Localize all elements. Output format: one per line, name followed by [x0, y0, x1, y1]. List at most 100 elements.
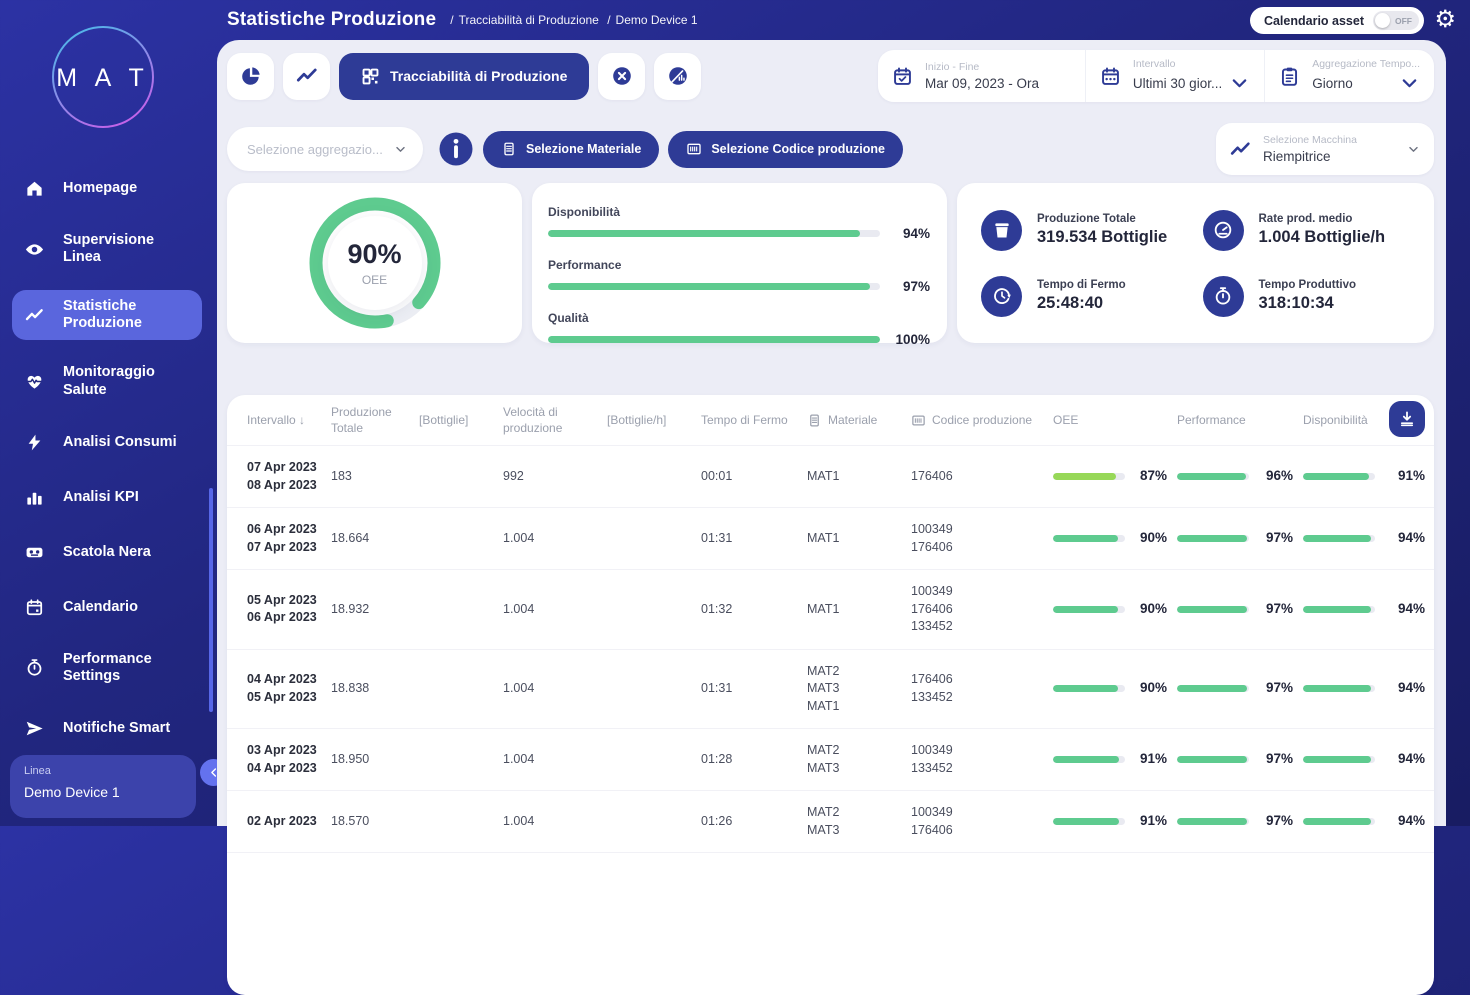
table-bar-cell: 94%: [1303, 750, 1435, 769]
table-row[interactable]: 04 Apr 2023 05 Apr 2023 18.838 1.004 01:31 MA…: [227, 650, 1434, 729]
sidebar-item-analisi-kpi[interactable]: Analisi KPI: [12, 478, 202, 517]
table-bar-cell: 94%: [1303, 812, 1435, 831]
table-row[interactable]: 06 Apr 2023 07 Apr 2023 18.664 1.004 01:31 MA…: [227, 508, 1434, 570]
sidebar-item-label: Analisi Consumi: [63, 433, 177, 450]
column-header-label: Materiale: [828, 412, 878, 427]
tracciabilita-button[interactable]: Tracciabilità di Produzione: [339, 52, 590, 100]
breadcrumb-item[interactable]: Demo Device 1: [616, 13, 698, 27]
eye-icon: [25, 240, 44, 259]
table-cell: 1.004: [503, 813, 535, 828]
machine-select-label: Selezione Macchina: [1263, 134, 1357, 146]
sidebar-item-label: Analisi KPI: [63, 488, 139, 505]
download-button[interactable]: [1389, 401, 1425, 437]
stat-label: Rate prod. medio: [1258, 213, 1353, 225]
table-bar-cell: 97%: [1177, 812, 1303, 831]
table-row[interactable]: 03 Apr 2023 04 Apr 2023 18.950 1.004 01:28 MA…: [227, 729, 1434, 791]
column-header: Produzione Totale: [331, 404, 419, 436]
sidebar-item-monitoraggio-salute[interactable]: Monitoraggio Salute: [12, 356, 202, 406]
sidebar-item-scatola-nera[interactable]: Scatola Nera: [12, 533, 202, 572]
tab-label: Tracciabilità di Produzione: [390, 68, 568, 84]
aggregation-time-field[interactable]: Aggregazione Tempo... Giorno: [1264, 50, 1434, 102]
table-cell: 18.570: [331, 813, 370, 828]
table-cell: 01:28: [701, 751, 733, 766]
info-button[interactable]: [438, 131, 474, 167]
gauge-view-button[interactable]: [654, 52, 702, 100]
sidebar-item-statistiche-produzione[interactable]: Statistiche Produzione: [12, 290, 202, 341]
table-cell: 100349 176406 133452: [911, 584, 953, 633]
table-cell: 183: [331, 468, 352, 483]
sidebar-item-performance-settings[interactable]: Performance Settings: [12, 643, 202, 693]
breadcrumb-item[interactable]: Tracciabilità di Produzione: [459, 13, 599, 27]
sidebar-item-notifiche-smart[interactable]: Notifiche Smart: [12, 709, 202, 748]
table-row[interactable]: 05 Apr 2023 06 Apr 2023 18.932 1.004 01:32 MA…: [227, 570, 1434, 650]
table-cell: 100349 133452: [911, 743, 953, 775]
breadcrumb-separator: /: [607, 13, 611, 27]
kpi-bar-value: 100%: [895, 332, 930, 347]
app-window: M A T Homepage Supervisione Linea Statisti…: [0, 0, 1470, 995]
stat-icon-badge: [981, 275, 1022, 317]
column-header-label: Produzione Totale: [331, 404, 392, 435]
table-bar-cell: 90%: [1053, 600, 1177, 619]
progress-track: [548, 283, 880, 290]
sidebar-item-analisi-consumi[interactable]: Analisi Consumi: [12, 423, 202, 462]
clear-button[interactable]: [598, 52, 646, 100]
sidebar-item-label: Calendario: [63, 598, 138, 615]
table-cell: 01:31: [701, 681, 733, 695]
table-cell: 176406 133452: [911, 672, 953, 704]
table-bar-cell: 97%: [1177, 679, 1303, 698]
sidebar-item-supervisione-linea[interactable]: Supervisione Linea: [12, 224, 202, 274]
calendar-asset-label: Calendario asset: [1263, 13, 1364, 28]
machine-select-value: Riempitrice: [1263, 149, 1331, 164]
x-circle-icon: [611, 65, 633, 87]
clock-alert-icon: [992, 286, 1012, 306]
sidebar-scrollbar[interactable]: [209, 488, 213, 712]
table-body: 07 Apr 2023 08 Apr 2023 183 992 00:01 MAT1 176…: [227, 446, 1434, 853]
column-header-label: Velocità di produzione: [503, 404, 563, 435]
machine-select[interactable]: Selezione Macchina Riempitrice: [1216, 123, 1434, 175]
oee-value: 90%: [347, 239, 402, 269]
select-material-button[interactable]: Selezione Materiale: [483, 130, 660, 168]
table-cell: 100349 176406: [911, 522, 953, 554]
aggregation-select[interactable]: Selezione aggregazio...: [227, 127, 423, 171]
trend-view-button[interactable]: [283, 52, 330, 100]
heart-pulse-icon: [25, 372, 44, 391]
calendar-asset-toggle[interactable]: Calendario asset OFF: [1249, 7, 1424, 34]
table-cell: MAT1: [807, 468, 840, 483]
table-cell: 1.004: [503, 601, 535, 616]
stat-value: 25:48:40: [1037, 294, 1104, 312]
sidebar-item-calendario[interactable]: Calendario: [12, 588, 202, 627]
bolt-icon: [25, 433, 44, 452]
column-header-label: Performance: [1177, 412, 1246, 427]
table-cell: 02 Apr 2023: [247, 813, 317, 828]
settings-gear-icon[interactable]: ⚙: [1434, 4, 1456, 36]
kpi-bar-qualità: Qualità 100%: [548, 311, 930, 347]
sidebar-item-homepage[interactable]: Homepage: [12, 169, 202, 208]
table-bar-cell: 94%: [1303, 529, 1435, 548]
table-row[interactable]: 02 Apr 2023 18.570 1.004 01:26 MAT2 MAT3 10034…: [227, 791, 1434, 853]
stopwatch-icon: [1213, 286, 1233, 306]
interval-label: Intervallo: [1132, 58, 1176, 70]
kpi-bars-card: Disponibilità 94% Performance 97% Qualità 100…: [532, 183, 947, 347]
select-production-code-button[interactable]: Selezione Codice produzione: [668, 130, 903, 168]
pie-view-button[interactable]: [227, 52, 274, 100]
progress-track: [548, 336, 880, 343]
table-cell: 100349 176406: [911, 805, 953, 837]
stat-container: Produzione Totale 319.534 Bottiglie: [981, 197, 1203, 263]
date-range-field[interactable]: Inizio - Fine Mar 09, 2023 - Ora: [878, 50, 1085, 102]
column-header-label: Intervallo ↓: [247, 412, 306, 427]
table-bar-cell: 97%: [1177, 529, 1303, 548]
breadcrumb: / Tracciabilità di Produzione / Demo Devic…: [445, 13, 697, 27]
stat-value: 319.534 Bottiglie: [1037, 228, 1168, 246]
column-header[interactable]: Intervallo ↓: [247, 412, 331, 428]
gauge-chart-icon: [667, 65, 689, 87]
barcode-icon: [686, 141, 702, 157]
toggle-switch[interactable]: OFF: [1373, 11, 1419, 30]
select-production-code-label: Selezione Codice produzione: [711, 142, 885, 156]
sidebar-item-label: Supervisione Linea: [63, 232, 155, 266]
chevron-down-icon: [1407, 143, 1420, 156]
table-bar-cell: 90%: [1053, 529, 1177, 548]
interval-field[interactable]: Intervallo Ultimi 30 gior...: [1084, 50, 1264, 102]
table-cell: 01:26: [701, 813, 733, 828]
material-icon: [807, 413, 822, 428]
table-row[interactable]: 07 Apr 2023 08 Apr 2023 183 992 00:01 MAT1 176…: [227, 446, 1434, 508]
